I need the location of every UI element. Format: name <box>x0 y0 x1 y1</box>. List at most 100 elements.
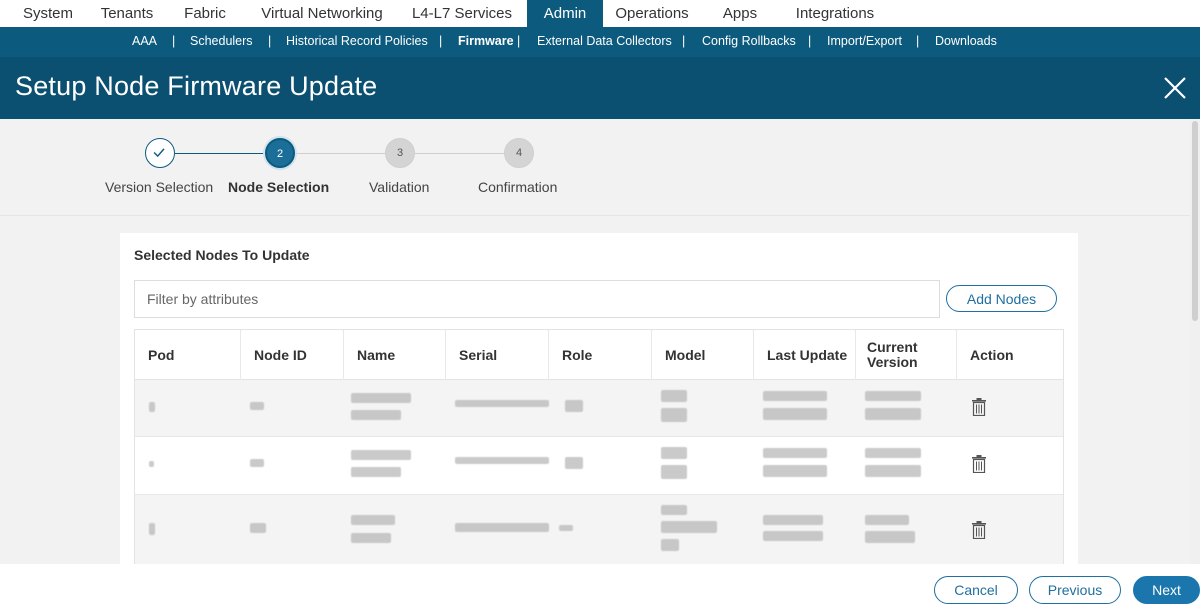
column-header-pod[interactable]: Pod <box>135 330 241 380</box>
redacted-value <box>763 408 827 420</box>
nodes-table: Pod Node ID Name Serial Role Model Last … <box>134 329 1064 564</box>
redacted-value <box>455 457 549 464</box>
column-header-model[interactable]: Model <box>652 330 754 380</box>
redacted-value <box>865 408 921 420</box>
redacted-value <box>559 525 573 531</box>
column-header-action: Action <box>970 346 1014 363</box>
tab-system[interactable]: System <box>10 0 86 27</box>
redacted-value <box>865 448 921 458</box>
column-header-node-id[interactable]: Node ID <box>241 330 344 380</box>
tab-fabric[interactable]: Fabric <box>172 0 238 27</box>
cancel-button[interactable]: Cancel <box>934 576 1018 604</box>
step-4-circle: 4 <box>504 138 534 168</box>
redacted-value <box>455 400 549 407</box>
dialog-header: Setup Node Firmware Update <box>0 57 1200 119</box>
tab-operations[interactable]: Operations <box>608 0 696 27</box>
subnav-aaa[interactable]: AAA <box>132 27 157 57</box>
close-icon[interactable] <box>1160 73 1190 103</box>
subnav-schedulers[interactable]: Schedulers <box>190 27 253 57</box>
page-scrollbar[interactable] <box>1190 119 1200 564</box>
step-connector <box>415 153 505 154</box>
column-header-serial[interactable]: Serial <box>446 330 549 380</box>
subnav-historical-record-policies[interactable]: Historical Record Policies <box>286 27 428 57</box>
tab-virtual-networking[interactable]: Virtual Networking <box>250 0 394 27</box>
step-1-circle[interactable] <box>145 138 175 168</box>
column-header-current-version[interactable]: Current Version <box>856 330 957 380</box>
subnav-firmware[interactable]: Firmware <box>458 27 514 57</box>
next-button[interactable]: Next <box>1133 576 1200 604</box>
subnav-separator: | <box>682 34 686 48</box>
redacted-value <box>351 393 411 403</box>
tab-apps[interactable]: Apps <box>714 0 766 27</box>
redacted-value <box>661 521 717 533</box>
column-header-last-update[interactable]: Last Update <box>754 330 856 380</box>
check-icon <box>153 148 165 158</box>
step-2-label: Node Selection <box>228 179 330 195</box>
trash-icon[interactable] <box>971 521 987 539</box>
redacted-value <box>763 465 827 477</box>
section-title: Selected Nodes To Update <box>134 247 310 263</box>
redacted-value <box>661 539 679 551</box>
previous-button[interactable]: Previous <box>1029 576 1121 604</box>
add-nodes-button[interactable]: Add Nodes <box>946 285 1057 312</box>
trash-icon[interactable] <box>971 455 987 473</box>
step-connector <box>175 153 265 154</box>
redacted-value <box>865 515 909 525</box>
redacted-value <box>351 515 395 525</box>
redacted-value <box>865 465 921 477</box>
subnav-separator: | <box>172 34 176 48</box>
step-connector <box>295 153 385 154</box>
tab-integrations[interactable]: Integrations <box>786 0 884 27</box>
step-3-label: Validation <box>369 179 430 195</box>
redacted-value <box>351 410 401 420</box>
subnav-separator: | <box>439 34 443 48</box>
redacted-value <box>455 523 549 532</box>
redacted-value <box>351 467 401 477</box>
subnav-import-export[interactable]: Import/Export <box>827 27 902 57</box>
subnav-config-rollbacks[interactable]: Config Rollbacks <box>702 27 796 57</box>
redacted-value <box>661 505 687 515</box>
tab-tenants[interactable]: Tenants <box>92 0 162 27</box>
column-header-role[interactable]: Role <box>549 330 652 380</box>
tab-admin[interactable]: Admin <box>527 0 603 27</box>
table-row[interactable] <box>135 380 1063 437</box>
wizard-footer: Cancel Previous Next <box>0 564 1200 608</box>
subnav-separator: | <box>268 34 272 48</box>
wizard-steps: 2 3 4 Version Selection Node Selection V… <box>0 119 1200 216</box>
step-2-circle[interactable]: 2 <box>265 138 295 168</box>
subnav-downloads[interactable]: Downloads <box>935 27 997 57</box>
column-header-name[interactable]: Name <box>344 330 446 380</box>
redacted-value <box>661 408 687 422</box>
subnav-separator: | <box>916 34 920 48</box>
subnav-separator: | <box>808 34 812 48</box>
redacted-value <box>763 391 827 401</box>
redacted-value <box>661 447 687 459</box>
redacted-value <box>250 523 266 533</box>
page-title: Setup Node Firmware Update <box>15 71 378 101</box>
table-row[interactable] <box>135 437 1063 495</box>
redacted-value <box>661 390 687 402</box>
top-navigation: System Tenants Fabric Virtual Networking… <box>0 0 1200 27</box>
scrollbar-thumb[interactable] <box>1192 121 1198 321</box>
redacted-value <box>865 531 915 543</box>
step-1-label: Version Selection <box>105 179 214 195</box>
redacted-value <box>661 465 687 479</box>
redacted-value <box>351 533 391 543</box>
selected-nodes-card: Selected Nodes To Update Add Nodes Pod N… <box>120 233 1078 564</box>
table-header: Pod Node ID Name Serial Role Model Last … <box>135 330 1063 380</box>
subnav-separator: | <box>517 34 521 48</box>
redacted-value <box>763 448 827 458</box>
redacted-value <box>763 515 823 525</box>
tab-l4-l7-services[interactable]: L4-L7 Services <box>404 0 520 27</box>
admin-subnav: AAA | Schedulers | Historical Record Pol… <box>0 27 1200 57</box>
trash-icon[interactable] <box>971 398 987 416</box>
redacted-value <box>565 400 583 412</box>
redacted-value <box>250 402 264 410</box>
redacted-value <box>865 391 921 401</box>
step-3-circle: 3 <box>385 138 415 168</box>
table-row[interactable] <box>135 495 1063 564</box>
filter-input[interactable] <box>134 280 940 318</box>
subnav-external-data-collectors[interactable]: External Data Collectors <box>537 27 672 57</box>
redacted-value <box>149 461 154 467</box>
redacted-value <box>565 457 583 469</box>
